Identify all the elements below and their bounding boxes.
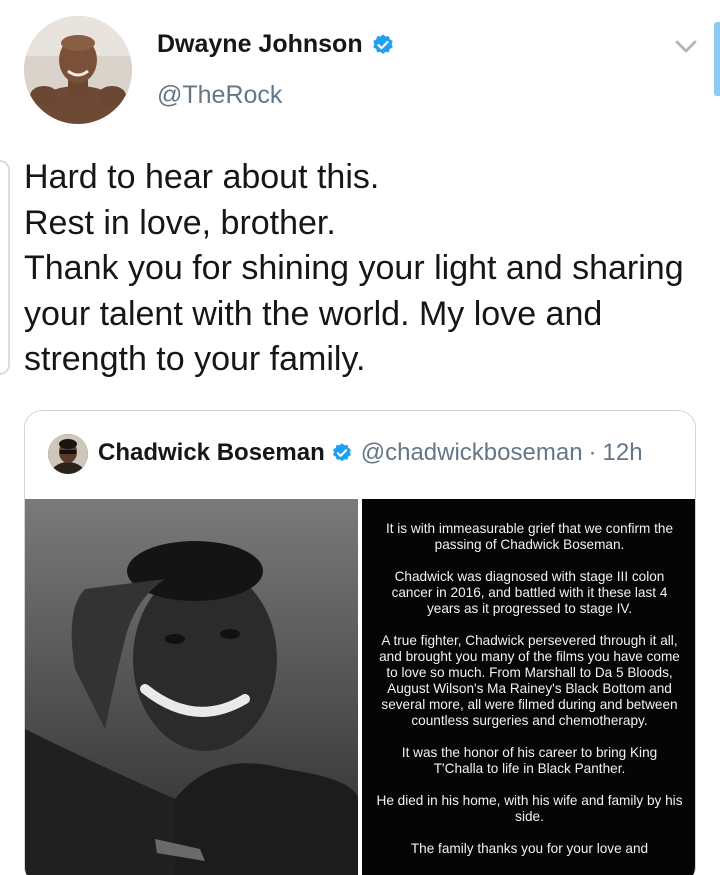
- quoted-tweet-card[interactable]: Chadwick Boseman @chadwickboseman · 12h: [24, 410, 696, 875]
- chevron-down-icon[interactable]: [670, 30, 702, 62]
- quoted-tweet-time[interactable]: 12h: [603, 439, 643, 467]
- statement-paragraph: It is with immeasurable grief that we co…: [385, 521, 674, 552]
- separator-dot: ·: [588, 439, 597, 466]
- scroll-indicator[interactable]: [714, 22, 720, 96]
- quoted-author-handle[interactable]: @chadwickboseman: [361, 439, 583, 467]
- statement-paragraph: A true fighter, Chadwick persevered thro…: [379, 633, 680, 728]
- statement-image[interactable]: It is with immeasurable grief that we co…: [362, 499, 695, 875]
- quoted-author-name[interactable]: Chadwick Boseman: [98, 439, 325, 467]
- statement-paragraph: He died in his home, with his wife and f…: [376, 793, 683, 824]
- quoted-tweet-header: Chadwick Boseman @chadwickboseman · 12h: [98, 439, 643, 467]
- author-handle[interactable]: @TheRock: [157, 81, 282, 110]
- author-avatar[interactable]: [24, 16, 132, 124]
- statement-paragraph: It was the honor of his career to bring …: [401, 745, 658, 776]
- verified-badge-icon: [332, 443, 351, 462]
- tweet-text: Hard to hear about this. Rest in love, b…: [24, 158, 684, 378]
- statement-paragraph: The family thanks you for your love and: [410, 841, 649, 856]
- quoted-author-avatar[interactable]: [48, 434, 88, 474]
- quoted-tweet-photo[interactable]: [25, 499, 358, 875]
- statement-paragraph: Chadwick was diagnosed with stage III co…: [391, 569, 668, 616]
- verified-badge-icon: [372, 34, 393, 54]
- author-name-row[interactable]: Dwayne Johnson: [157, 30, 395, 59]
- left-panel-edge: [0, 160, 10, 375]
- author-name[interactable]: Dwayne Johnson: [157, 30, 363, 59]
